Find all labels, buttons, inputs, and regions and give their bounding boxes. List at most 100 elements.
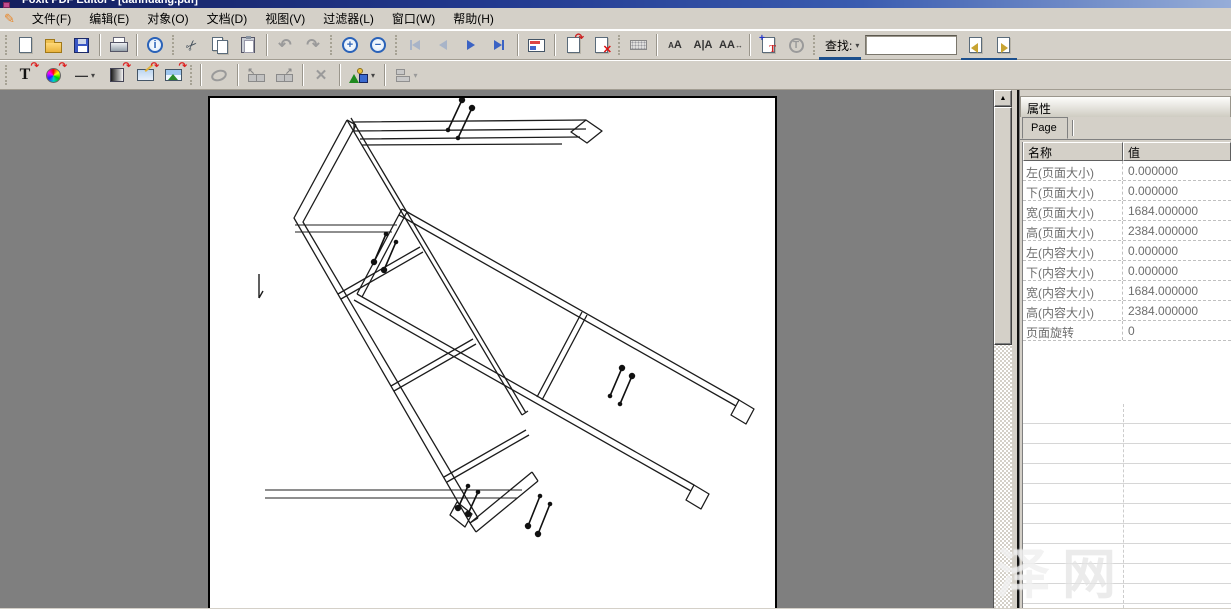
word-spacing-icon: AA↔ [719,39,743,51]
first-page-button[interactable] [401,32,429,58]
column-header-value: 值 [1123,142,1231,161]
menu-filter[interactable]: 过滤器(L) [314,8,383,29]
delete-object-button[interactable]: ✕ [307,62,335,88]
property-value[interactable]: 0.000000 [1123,241,1231,260]
next-page-button[interactable] [457,32,485,58]
property-value[interactable]: 1684.000000 [1123,281,1231,300]
property-value[interactable]: 2384.000000 [1123,221,1231,240]
text-tool-button[interactable]: T [782,32,810,58]
zoom-out-button[interactable]: − [364,32,392,58]
virtual-keyboard-button[interactable] [624,32,652,58]
rotate-object-left-button[interactable]: ↖ [242,62,270,88]
delete-page-button[interactable]: ✕ [587,32,615,58]
prev-page-icon [439,40,447,50]
font-size-button[interactable]: AA [661,32,689,58]
redo-button[interactable]: ↷ [299,32,327,58]
property-value[interactable]: 0 [1123,321,1231,340]
property-value[interactable]: 0.000000 [1123,181,1231,200]
menu-document[interactable]: 文档(D) [198,8,257,29]
menu-bar: ✎ 文件(F) 编辑(E) 对象(O) 文档(D) 视图(V) 过滤器(L) 窗… [0,8,1231,30]
app-pen-icon: ✎ [4,11,15,27]
about-button[interactable]: i [141,32,169,58]
copy-icon [212,37,229,54]
toolbar-grip[interactable] [618,35,621,55]
toolbar-grip[interactable] [172,35,175,55]
property-name: 左(内容大小) [1023,241,1123,260]
zoom-in-button[interactable]: + [336,32,364,58]
property-value[interactable]: 1684.000000 [1123,201,1231,220]
edit-image-button[interactable]: ↷ [131,62,159,88]
toolbar-grip[interactable] [5,65,8,85]
delete-object-icon: ✕ [315,66,328,84]
text-tool-icon: T [789,38,804,53]
pdf-page[interactable] [208,96,777,608]
edit-shading-button[interactable]: ↷ [103,62,131,88]
save-button[interactable] [67,32,95,58]
separator [339,64,340,86]
print-button[interactable] [104,32,132,58]
find-dropdown-icon[interactable]: ▾ [855,41,859,50]
insert-object-button[interactable]: ▾ [344,62,380,88]
find-prev-button[interactable] [961,32,989,58]
open-folder-icon [45,42,62,53]
edit-clip-button[interactable] [205,62,233,88]
copy-button[interactable] [206,32,234,58]
tab-page[interactable]: Page [1022,117,1068,139]
shapes-icon [349,68,368,83]
add-text-button[interactable]: +T [754,32,782,58]
save-floppy-icon [74,38,89,53]
toolbar-grip[interactable] [330,35,333,55]
printer-icon [110,38,127,52]
new-button[interactable] [11,32,39,58]
find-next-button[interactable] [989,32,1017,58]
menu-object[interactable]: 对象(O) [138,8,197,29]
toolbar-grip[interactable] [5,35,8,55]
insert-page-button[interactable]: ↷ [559,32,587,58]
open-button[interactable] [39,32,67,58]
paste-button[interactable] [234,32,262,58]
replace-image-button[interactable]: ↷ [159,62,187,88]
property-value[interactable]: 0.000000 [1123,161,1231,180]
document-canvas[interactable] [0,90,993,608]
toolbar-grip[interactable] [813,35,816,55]
toolbar-grip[interactable] [190,65,193,85]
line-style-button[interactable]: —▾ [67,62,103,88]
line-style-dropdown-icon[interactable]: ▾ [91,71,95,80]
line-style-icon: — [75,68,88,83]
menu-view[interactable]: 视图(V) [256,8,314,29]
edit-color-button[interactable]: ↷ [39,62,67,88]
find-input[interactable] [865,35,957,55]
separator [384,64,385,86]
align-dropdown-icon[interactable]: ▾ [413,71,417,80]
properties-panel: 属性 Page 名称 值 左(页面大小)0.000000 下(页面大小)0.00… [1019,90,1231,608]
menu-edit[interactable]: 编辑(E) [80,8,138,29]
panel-splitter[interactable] [1012,90,1019,608]
scroll-up-button[interactable]: ▲ [994,90,1012,107]
align-objects-button[interactable]: ▾ [389,62,425,88]
vertical-scrollbar[interactable]: ▲ [993,90,1012,608]
property-value[interactable]: 0.000000 [1123,261,1231,280]
menu-window[interactable]: 窗口(W) [383,8,444,29]
scrollbar-thumb[interactable] [994,107,1012,345]
prev-page-button[interactable] [429,32,457,58]
undo-arrow-icon: ↶ [278,35,291,55]
page-layout-button[interactable] [522,32,550,58]
panel-tabs: Page [1020,117,1231,140]
find-label-group[interactable]: 查找: ▾ [819,33,861,57]
insert-object-dropdown-icon[interactable]: ▾ [371,71,375,80]
word-spacing-button[interactable]: AA↔ [717,32,745,58]
toolbar-edit: T↷ ↷ —▾ ↷ ↷ ↷ ↖ ↗ ✕ ▾ ▾ [0,60,1231,90]
undo-button[interactable]: ↶ [271,32,299,58]
toolbar-grip[interactable] [395,35,398,55]
first-page-icon [410,40,420,50]
rotate-object-right-button[interactable]: ↗ [270,62,298,88]
window-title: Foxit PDF Editor - [danhuang.pdf] [22,0,198,6]
menu-help[interactable]: 帮助(H) [444,8,503,29]
property-value[interactable]: 2384.000000 [1123,301,1231,320]
cut-button[interactable]: ✂ [178,32,206,58]
menu-file[interactable]: 文件(F) [23,8,80,29]
property-name: 页面旋转 [1023,321,1123,340]
letter-spacing-button[interactable]: A|A [689,32,717,58]
edit-text-button[interactable]: T↷ [11,62,39,88]
last-page-button[interactable] [485,32,513,58]
